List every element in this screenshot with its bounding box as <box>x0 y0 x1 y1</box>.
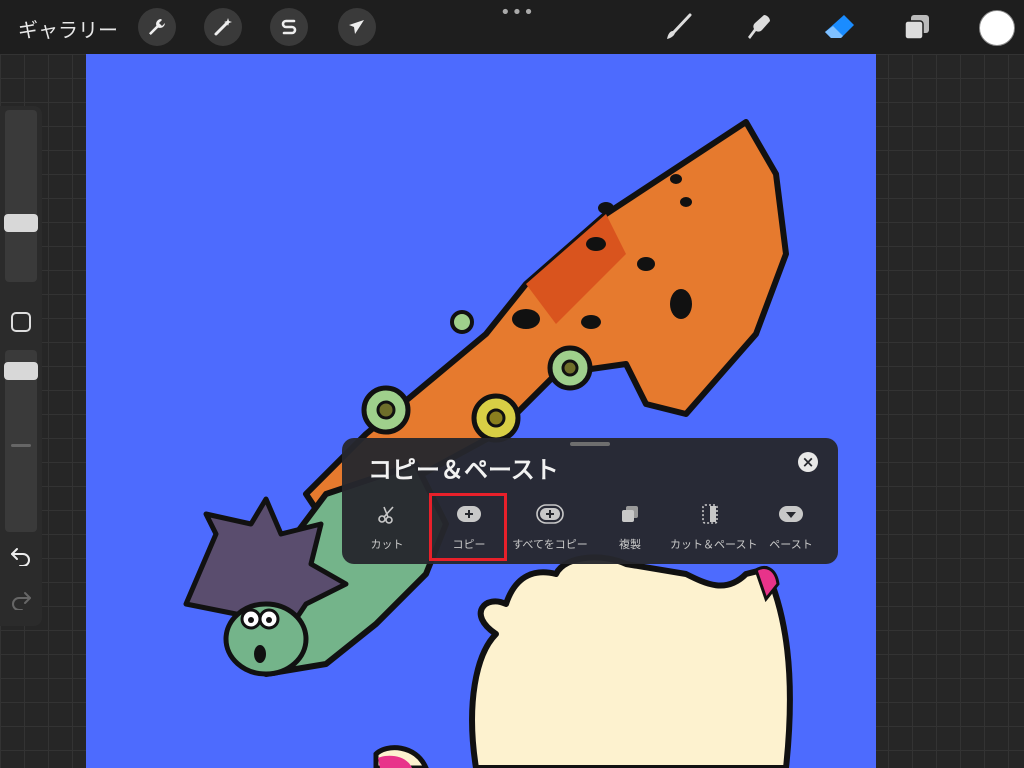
paste-icon <box>779 506 803 522</box>
undo-icon[interactable] <box>10 546 32 566</box>
color-picker-button[interactable] <box>979 10 1015 46</box>
transform-button[interactable] <box>338 8 376 46</box>
adjustments-button[interactable] <box>204 8 242 46</box>
gallery-button[interactable]: ギャラリー <box>18 14 118 43</box>
eraser-icon <box>825 15 854 38</box>
duplicate-label: 複製 <box>619 538 641 551</box>
redo-icon[interactable] <box>10 590 32 610</box>
actions-button[interactable] <box>138 8 176 46</box>
brush-icon <box>667 13 692 39</box>
copy-all-icon <box>536 504 564 524</box>
brush-button[interactable] <box>660 8 698 46</box>
layers-icon <box>904 15 929 40</box>
modify-square-icon[interactable] <box>10 311 32 333</box>
hand-drawing <box>373 554 793 768</box>
duplicate-option[interactable]: 複製 <box>590 500 670 556</box>
copy-all-label: すべてをコピー <box>512 538 588 551</box>
brush-size-thumb[interactable] <box>4 214 38 232</box>
scissors-icon <box>378 506 394 524</box>
cut-paste-icon <box>702 504 718 524</box>
top-toolbar: ギャラリー ••• <box>0 0 1024 54</box>
close-icon[interactable]: × <box>798 452 818 472</box>
move-arrow-icon <box>349 20 364 34</box>
more-dots-icon[interactable]: ••• <box>500 2 535 23</box>
panel-title: コピー＆ペースト <box>368 456 559 484</box>
copy-all-option[interactable]: すべてをコピー <box>510 500 590 556</box>
artwork-illustration <box>183 119 793 768</box>
opacity-thumb[interactable] <box>4 362 38 380</box>
panel-drag-handle[interactable] <box>570 442 610 446</box>
brush-size-slider[interactable] <box>5 110 37 282</box>
eraser-button[interactable] <box>820 8 858 46</box>
layers-button[interactable] <box>898 8 936 46</box>
smudge-button[interactable] <box>740 8 778 46</box>
cut-paste-option[interactable]: カット＆ペースト <box>670 500 758 556</box>
left-sidebar <box>0 106 42 626</box>
duplicate-icon <box>622 506 638 522</box>
selection-s-icon <box>281 19 297 35</box>
selection-button[interactable] <box>270 8 308 46</box>
smudge-icon <box>748 15 770 39</box>
paste-option[interactable]: ペースト <box>751 500 831 556</box>
magic-wand-icon <box>214 18 232 36</box>
cut-label: カット <box>370 538 404 551</box>
drawing-canvas[interactable] <box>86 54 876 768</box>
copy-highlight-box <box>429 493 507 561</box>
cut-paste-label: カット＆ペースト <box>670 538 758 551</box>
wrench-icon <box>149 19 165 35</box>
cut-option[interactable]: カット <box>347 500 427 556</box>
slider-notch <box>11 444 31 447</box>
copy-paste-panel: コピー＆ペースト × カット コピー すべてをコピー 複製 カット＆ペースト ペ… <box>342 438 838 564</box>
paste-label: ペースト <box>769 538 813 551</box>
